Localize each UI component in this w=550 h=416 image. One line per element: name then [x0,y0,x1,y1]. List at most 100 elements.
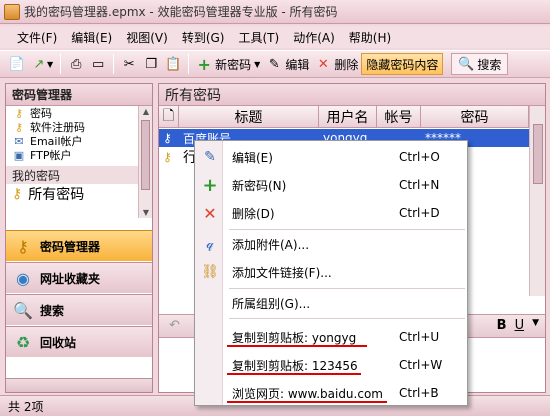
key-icon: ⚷ [14,120,24,134]
edit-button[interactable]: ✎ 编辑 [263,53,312,75]
new-file-button[interactable]: 📄 [6,53,28,75]
open-folder-icon: ↗ [33,56,45,72]
menu-goto[interactable]: 转到(G) [175,29,232,46]
category-tree: ⚷ 密码 ⚷ 软件注册码 ✉ Email帐户 ▣ FTP帐户 我的密码 ⚷ 所有密码 [6,106,140,218]
highlight-underline [227,345,367,347]
key-icon: ⚷ [163,150,172,164]
context-menu-browse-url[interactable]: 浏览网页: www.baidu.com Ctrl+B [195,379,467,407]
magnifier-icon: 🔍 [13,300,33,320]
context-menu-edit[interactable]: ✎ 编辑(E) Ctrl+O [195,143,467,171]
nav-url-favorites[interactable]: ◉ 网址收藏夹 [6,262,152,293]
nav-password-manager[interactable]: ⚷ 密码管理器 [6,230,152,261]
delete-x-icon: ✕ [317,56,329,72]
title-bar: 我的密码管理器.epmx - 效能密码管理器专业版 - 所有密码 [0,0,550,24]
undo-icon[interactable]: ↶ [169,318,180,333]
column-username[interactable]: 用户名 [319,106,377,127]
preview-button[interactable]: ▭ [87,53,109,75]
grid-scrollbar[interactable] [529,106,545,296]
key-icon: ⚷ [17,236,29,256]
context-menu: ✎ 编辑(E) Ctrl+O + 新密码(N) Ctrl+N ✕ 删除(D) C… [194,140,468,406]
tree-item-email[interactable]: ✉ Email帐户 [6,134,140,149]
column-title[interactable]: 标题 [179,106,319,127]
delete-icon: ✕ [203,203,217,223]
toolbar: 📄 ↗ ▼ ⎙ ▭ ✂ ❐ 📋 + 新密码 ▼ ✎ 编辑 ✕ 删除 隐藏密码内容 🔍 搜索 [0,50,550,78]
tree-item-software-key[interactable]: ⚷ 软件注册码 [6,120,140,135]
copy-icon: ❐ [145,56,157,72]
status-count: 共 2项 [8,399,44,414]
print-button[interactable]: ⎙ [65,53,87,75]
context-menu-add-attachment[interactable]: 𝓆 添加附件(A)... [195,230,467,258]
copy-button[interactable]: ❐ [140,53,162,75]
scroll-thumb[interactable] [141,120,150,190]
hide-password-content-button[interactable]: 隐藏密码内容 [361,53,444,75]
new-password-button[interactable]: + 新密码 ▼ [193,53,263,75]
menu-actions[interactable]: 动作(A) [286,29,342,46]
key-icon: ⚷ [14,106,24,120]
delete-button[interactable]: ✕ 删除 [312,53,361,75]
paperclip-icon: 𝓆 [206,236,214,252]
column-account[interactable]: 帐号 [377,106,421,127]
highlight-underline [227,373,361,375]
context-menu-add-file-link[interactable]: ⛓ 添加文件链接(F)... [195,258,467,286]
plus-icon: + [202,174,218,196]
paste-icon: 📋 [165,56,182,72]
open-button[interactable]: ↗ ▼ [28,53,56,75]
ftp-icon: ▣ [13,148,25,162]
nav-footer [6,378,152,392]
context-menu-copy-password[interactable]: 复制到剪贴板: 123456 Ctrl+W [195,351,467,379]
file-link-icon: ⛓ [201,264,219,280]
scroll-thumb[interactable] [533,124,543,184]
preview-icon: ▭ [92,56,105,72]
key-icon: ⚷ [12,186,23,202]
menu-file[interactable]: 文件(F) [10,29,64,46]
context-menu-copy-username[interactable]: 复制到剪贴板: yongyg Ctrl+U [195,323,467,351]
scroll-down-arrow-icon[interactable]: ▼ [141,208,151,217]
new-file-icon: 📄 [8,56,26,72]
tree-item-password[interactable]: ⚷ 密码 [6,106,140,121]
nav-search[interactable]: 🔍 搜索 [6,294,152,325]
plus-icon: + [197,54,211,74]
cut-button[interactable]: ✂ [118,53,140,75]
search-button[interactable]: 🔍 搜索 [451,53,509,75]
scroll-up-arrow-icon[interactable]: ▲ [141,107,151,116]
context-menu-new-password[interactable]: + 新密码(N) Ctrl+N [195,171,467,199]
format-icon[interactable]: B [497,318,507,333]
email-icon: ✉ [14,134,24,148]
edit-icon: ✎ [204,149,216,165]
dropdown-icon[interactable]: ▼ [532,318,539,333]
menu-edit[interactable]: 编辑(E) [64,29,119,46]
pencil-icon: ✎ [268,56,280,72]
attachment-column-icon: 🗋 [159,106,179,127]
menu-view[interactable]: 视图(V) [119,29,175,46]
toolbar-separator [113,54,115,74]
left-panel-header: 密码管理器 [6,84,152,106]
underline-icon[interactable]: U [515,318,525,333]
grid-header: 🗋 标题 用户名 帐号 密码 [159,106,529,128]
tree-item-all-passwords[interactable]: ⚷ 所有密码 [6,184,140,204]
printer-icon: ⎙ [70,56,82,72]
search-icon: 🔍 [458,56,475,72]
menu-tools[interactable]: 工具(T) [231,29,286,46]
context-menu-separator [229,318,465,319]
menu-bar: 文件(F) 编辑(E) 视图(V) 转到(G) 工具(T) 动作(A) 帮助(H… [0,26,550,48]
left-panel: 密码管理器 ⚷ 密码 ⚷ 软件注册码 ✉ Email帐户 ▣ FTP帐户 我的密码 ⚷ 所… [5,83,153,393]
paste-button[interactable]: 📋 [162,53,184,75]
context-menu-group[interactable]: 所属组别(G)... [195,289,467,317]
tree-group-label: 我的密码 [6,166,140,184]
globe-icon: ◉ [16,268,30,288]
tree-item-ftp[interactable]: ▣ FTP帐户 [6,148,140,163]
toolbar-separator [188,54,190,74]
app-icon [4,3,20,20]
column-password[interactable]: 密码 [421,106,529,127]
toolbar-separator [60,54,62,74]
context-menu-delete[interactable]: ✕ 删除(D) Ctrl+D [195,199,467,227]
tree-scrollbar[interactable]: ▲ ▼ [138,106,152,218]
key-icon: ⚷ [163,131,172,145]
recycle-icon: ♻ [15,332,31,352]
window-title: 我的密码管理器.epmx - 效能密码管理器专业版 - 所有密码 [24,5,338,19]
scissors-icon: ✂ [123,56,135,72]
nav-recycle-bin[interactable]: ♻ 回收站 [6,326,152,357]
highlight-underline [227,401,387,403]
right-panel-header: 所有密码 [159,84,545,106]
menu-help[interactable]: 帮助(H) [342,29,398,46]
